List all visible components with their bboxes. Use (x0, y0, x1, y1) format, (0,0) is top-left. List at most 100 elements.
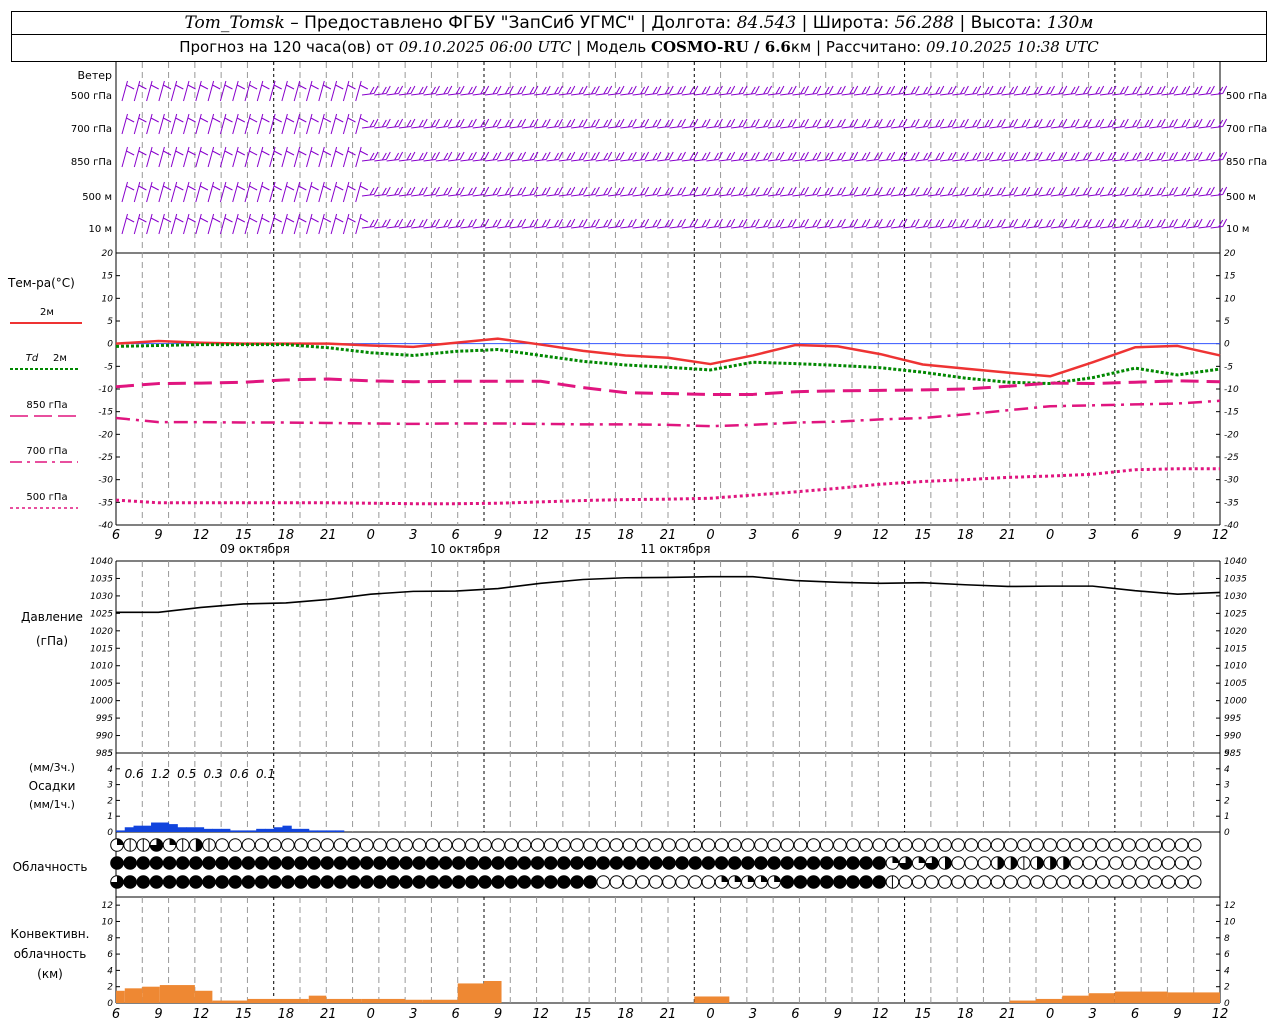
wind-barb-shaft (195, 213, 202, 235)
wind-barb-flag (656, 218, 662, 227)
cloud-symbol (1069, 856, 1084, 870)
conv-bar (484, 980, 502, 1003)
cloud-symbol (675, 856, 689, 870)
wind-barb-shaft (743, 93, 756, 96)
wind-barb (718, 118, 736, 129)
cloud-circle (688, 875, 703, 889)
wind-barb-flag (1136, 118, 1142, 127)
cloud-circle (1109, 856, 1123, 870)
temp-tick-label-right: -10 (1224, 385, 1239, 395)
wind-barb-flag (480, 187, 486, 196)
wind-barb-flag (713, 86, 719, 95)
wind-barb-flag (394, 152, 400, 161)
wind-barb-flag (951, 151, 957, 160)
wind-barb-shaft (878, 126, 891, 129)
cloud-symbol (727, 838, 742, 852)
wind-barb-flag (890, 186, 896, 195)
wind-barb-flag (175, 150, 184, 156)
cloud-circle (530, 856, 545, 870)
cloud-circle (977, 838, 992, 852)
wind-barb-flag (1086, 118, 1092, 127)
wind-barb-flag (410, 218, 416, 227)
wind-barb-flag (738, 119, 744, 128)
wind-barb-shaft (890, 226, 903, 229)
wind-barb-flag (951, 118, 957, 127)
wind-barb-flag (273, 185, 282, 191)
wind-barb-flag (1205, 86, 1211, 95)
wind-barb-shaft (1099, 159, 1113, 162)
wind-barb-shaft (269, 146, 276, 168)
wind-barb-flag (763, 152, 769, 161)
wind-barb-flag (816, 218, 822, 227)
wind-barb-shaft (158, 181, 165, 203)
wind-barb-flag (1144, 187, 1150, 196)
wind-barb-flag (910, 119, 916, 128)
cloud-symbol (635, 875, 650, 889)
wind-barb-flag (779, 186, 785, 195)
wind-barb (1038, 186, 1055, 197)
wind-barb (853, 151, 871, 162)
wind-barb-shaft (964, 126, 977, 129)
prec-bar (133, 825, 143, 832)
wind-barb-flag (1156, 119, 1162, 128)
wind-barb (681, 151, 699, 162)
wind-barb-flag (138, 217, 147, 223)
wind-barb-flag (787, 187, 793, 196)
prec-tick-label: 0 (107, 828, 113, 838)
pres-tick-label-right: 1010 (1224, 662, 1247, 672)
wind-barb-flag (668, 118, 674, 127)
cloud-circle (451, 856, 466, 870)
cloud-circle (517, 856, 532, 870)
cloud-circle (307, 875, 321, 889)
wind-barb-shaft (1075, 93, 1088, 96)
wind-barb-flag (590, 86, 596, 95)
wind-barb-flag (373, 118, 379, 127)
pres-tick-label: 1000 (90, 697, 113, 707)
wind-barb-shaft (1173, 126, 1186, 129)
wind-barb-flag (1136, 186, 1142, 195)
wind-barb-shaft (607, 226, 621, 229)
cloud-symbol (149, 856, 164, 870)
cloud-circle (136, 856, 151, 870)
cloud-circle (254, 856, 269, 870)
wind-barb-flag (1185, 186, 1191, 195)
wind-barb (669, 85, 686, 96)
wind-barb-shaft (411, 226, 424, 229)
cloud-symbol (228, 856, 243, 870)
wind-barb (841, 118, 859, 129)
wind-barb-flag (335, 84, 344, 90)
hour-label-bottom: 18 (957, 1007, 974, 1022)
wind-barb (706, 85, 723, 96)
wind-barb-shaft (767, 194, 780, 197)
wind-barb-flag (590, 152, 596, 161)
wind-barb-flag (492, 187, 498, 196)
cloud-symbol (399, 838, 413, 852)
wind-barb-shaft (681, 93, 694, 96)
wind-barb-flag (236, 150, 246, 156)
wind-barb (730, 186, 748, 197)
wind-barb-shaft (158, 213, 165, 235)
wind-barb-flag (1037, 218, 1043, 227)
wind-barb-flag (738, 86, 744, 95)
wind-barb-flag (175, 84, 184, 90)
wind-barb (866, 186, 883, 197)
wind-barb-shaft (361, 126, 375, 129)
wind-barb (644, 85, 662, 96)
cloud-symbol (543, 838, 558, 852)
wind-barb-flag (972, 119, 978, 128)
wind-barb-flag (249, 185, 258, 191)
wind-barb-flag (1046, 219, 1051, 228)
wind-barb (484, 118, 502, 129)
wind-barb (620, 186, 637, 197)
wind-barb-shaft (435, 159, 448, 162)
wind-barb-shaft (146, 113, 153, 135)
wind-barb (1136, 186, 1154, 197)
wind-barb-shaft (952, 159, 965, 162)
wind-barb (207, 146, 221, 168)
pres-tick-label-right: 1040 (1224, 557, 1247, 567)
prec-bar (317, 830, 327, 832)
prec-unit-3h: (мм/3ч.) (29, 761, 75, 774)
wind-barb (398, 186, 416, 197)
wind-barb-flag (175, 217, 184, 223)
cloud-circle (373, 838, 387, 852)
